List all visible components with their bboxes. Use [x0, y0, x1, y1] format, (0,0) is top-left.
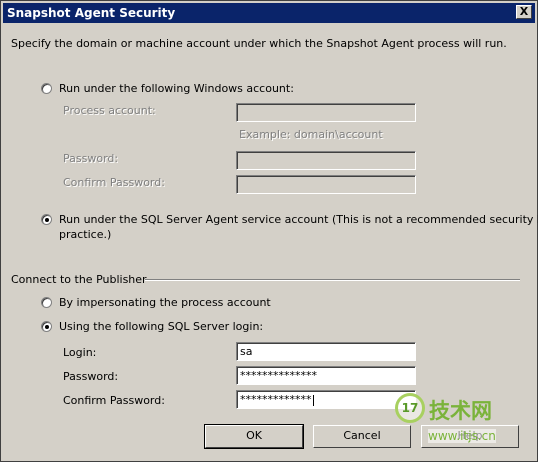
agent-password-label: Password: — [63, 152, 119, 165]
publisher-section-title: Connect to the Publisher — [11, 273, 147, 286]
publisher-password-label: Password: — [63, 370, 119, 383]
radio-impersonate-label[interactable]: By impersonating the process account — [59, 296, 271, 309]
watermark-url: www.itjs.cn — [428, 429, 496, 443]
close-button[interactable]: X — [516, 5, 532, 19]
watermark-site-name: 技术网 — [429, 399, 492, 423]
login-input[interactable]: sa — [236, 342, 416, 361]
publisher-password-input[interactable]: ************** — [236, 366, 416, 385]
radio-impersonate[interactable] — [41, 297, 52, 308]
close-icon: X — [519, 5, 529, 18]
radio-sql-agent-label-line1[interactable]: Run under the SQL Server Agent service a… — [59, 213, 538, 226]
section-divider — [145, 279, 520, 281]
snapshot-agent-security-dialog: Snapshot Agent Security X Specify the do… — [0, 0, 538, 462]
radio-sql-agent-account[interactable] — [41, 214, 52, 225]
example-text: Example: domain\account — [239, 128, 383, 141]
publisher-confirm-password-input[interactable]: ************* — [236, 390, 416, 409]
watermark-logo-text: 17 — [401, 401, 419, 415]
process-account-input[interactable] — [236, 103, 416, 122]
radio-sql-login-label[interactable]: Using the following SQL Server login: — [59, 320, 263, 333]
radio-windows-account[interactable] — [41, 83, 52, 94]
agent-password-input[interactable] — [236, 151, 416, 170]
watermark-logo: 17 — [395, 393, 425, 423]
window-title: Snapshot Agent Security — [7, 6, 176, 20]
process-account-label: Process account: — [63, 104, 156, 117]
publisher-confirm-password-label: Confirm Password: — [63, 394, 165, 407]
radio-sql-login[interactable] — [41, 321, 52, 332]
agent-confirm-password-label: Confirm Password: — [63, 176, 165, 189]
ok-button[interactable]: OK — [204, 424, 304, 449]
text-caret — [312, 394, 314, 406]
cancel-button[interactable]: Cancel — [313, 425, 411, 448]
login-label: Login: — [63, 346, 97, 359]
radio-windows-account-label[interactable]: Run under the following Windows account: — [59, 82, 294, 95]
title-bar: Snapshot Agent Security X — [3, 3, 535, 23]
agent-confirm-password-input[interactable] — [236, 175, 416, 194]
description-text: Specify the domain or machine account un… — [11, 37, 507, 50]
radio-sql-agent-label-line2[interactable]: practice.) — [59, 228, 111, 241]
confirm-password-value: ************* — [240, 393, 312, 406]
